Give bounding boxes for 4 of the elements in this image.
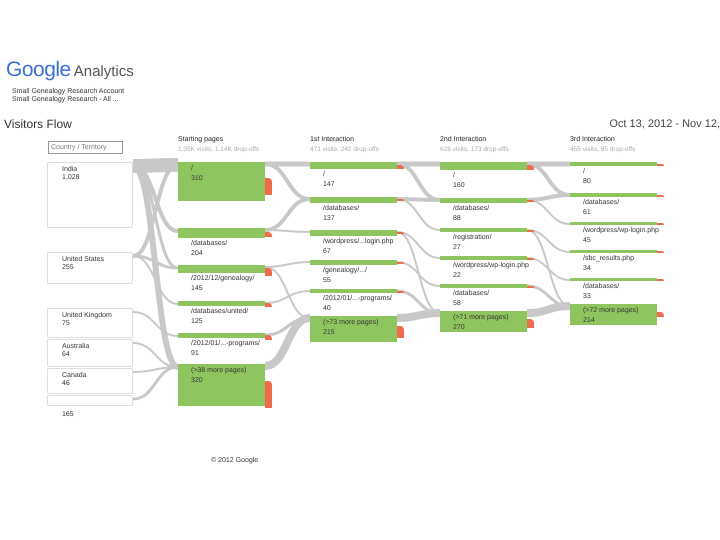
report-title: Visitors Flow <box>3 117 72 131</box>
logo-brand: Google <box>6 58 71 82</box>
date-range[interactable]: Oct 13, 2012 - Nov 12, <box>609 118 720 130</box>
logo-product: Analytics <box>74 63 134 80</box>
